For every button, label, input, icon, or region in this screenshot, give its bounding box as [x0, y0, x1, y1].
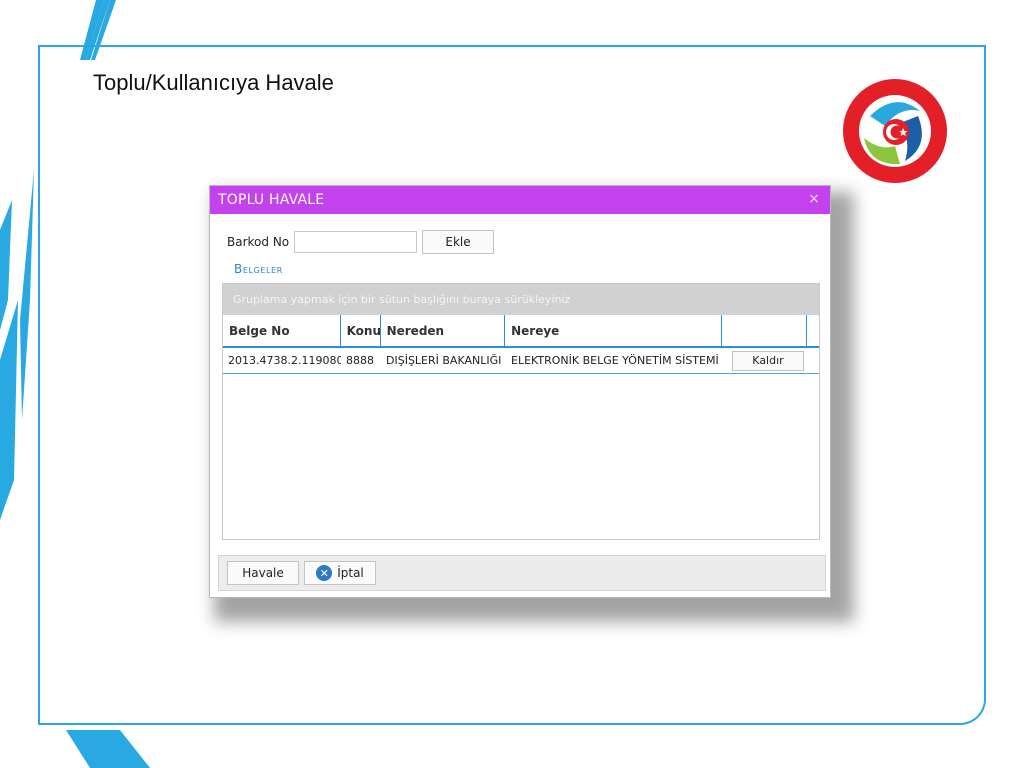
- cell-nereye: ELEKTRONİK BELGE YÖNETİM SİSTEMİ: [511, 354, 719, 367]
- close-icon[interactable]: ×: [808, 191, 820, 207]
- barkod-label: Barkod No: [227, 235, 290, 249]
- table-row[interactable]: 2013.4738.2.119080 8888 DIŞİŞLERİ BAKANL…: [223, 348, 819, 374]
- cell-belge-no: 2013.4738.2.119080: [228, 354, 341, 367]
- cancel-circle-icon: ✕: [316, 565, 333, 581]
- group-by-panel[interactable]: Gruplama yapmak için bir sütun başlığını…: [223, 284, 819, 315]
- iptal-button[interactable]: ✕ İptal: [304, 561, 376, 585]
- dialog-titlebar: TOPLU HAVALE ×: [210, 186, 830, 214]
- grid-header: Belge No Konu Nereden Nereye: [223, 315, 819, 348]
- column-header-nereye[interactable]: Nereye: [505, 315, 723, 346]
- dialog-title: TOPLU HAVALE: [218, 192, 325, 208]
- cell-action: Kaldır: [724, 348, 809, 373]
- column-header-nereden[interactable]: Nereden: [381, 315, 506, 346]
- belgeler-section-title: Belgeler: [234, 262, 283, 276]
- slide-title: Toplu/Kullanıcıya Havale: [93, 70, 334, 95]
- documents-grid: Gruplama yapmak için bir sütun başlığını…: [222, 283, 820, 540]
- havale-button[interactable]: Havale: [227, 561, 299, 585]
- toplu-havale-dialog: TOPLU HAVALE × Barkod No Ekle Belgeler G…: [209, 185, 831, 598]
- barkod-input[interactable]: [294, 231, 417, 253]
- barkod-row: Barkod No Ekle: [227, 230, 494, 254]
- cell-konu: 8888: [346, 354, 374, 367]
- iptal-label: İptal: [337, 566, 364, 580]
- column-header-action: [722, 315, 808, 346]
- kaldir-button[interactable]: Kaldır: [732, 350, 804, 371]
- column-header-spacer: [807, 315, 819, 346]
- ministry-logo: [843, 79, 947, 183]
- column-header-konu[interactable]: Konu: [341, 315, 381, 346]
- column-header-belge-no[interactable]: Belge No: [223, 315, 341, 346]
- cell-nereden: DIŞİŞLERİ BAKANLIĞI: [386, 354, 502, 367]
- ekle-button[interactable]: Ekle: [422, 230, 494, 254]
- dialog-footer: Havale ✕ İptal: [218, 555, 826, 591]
